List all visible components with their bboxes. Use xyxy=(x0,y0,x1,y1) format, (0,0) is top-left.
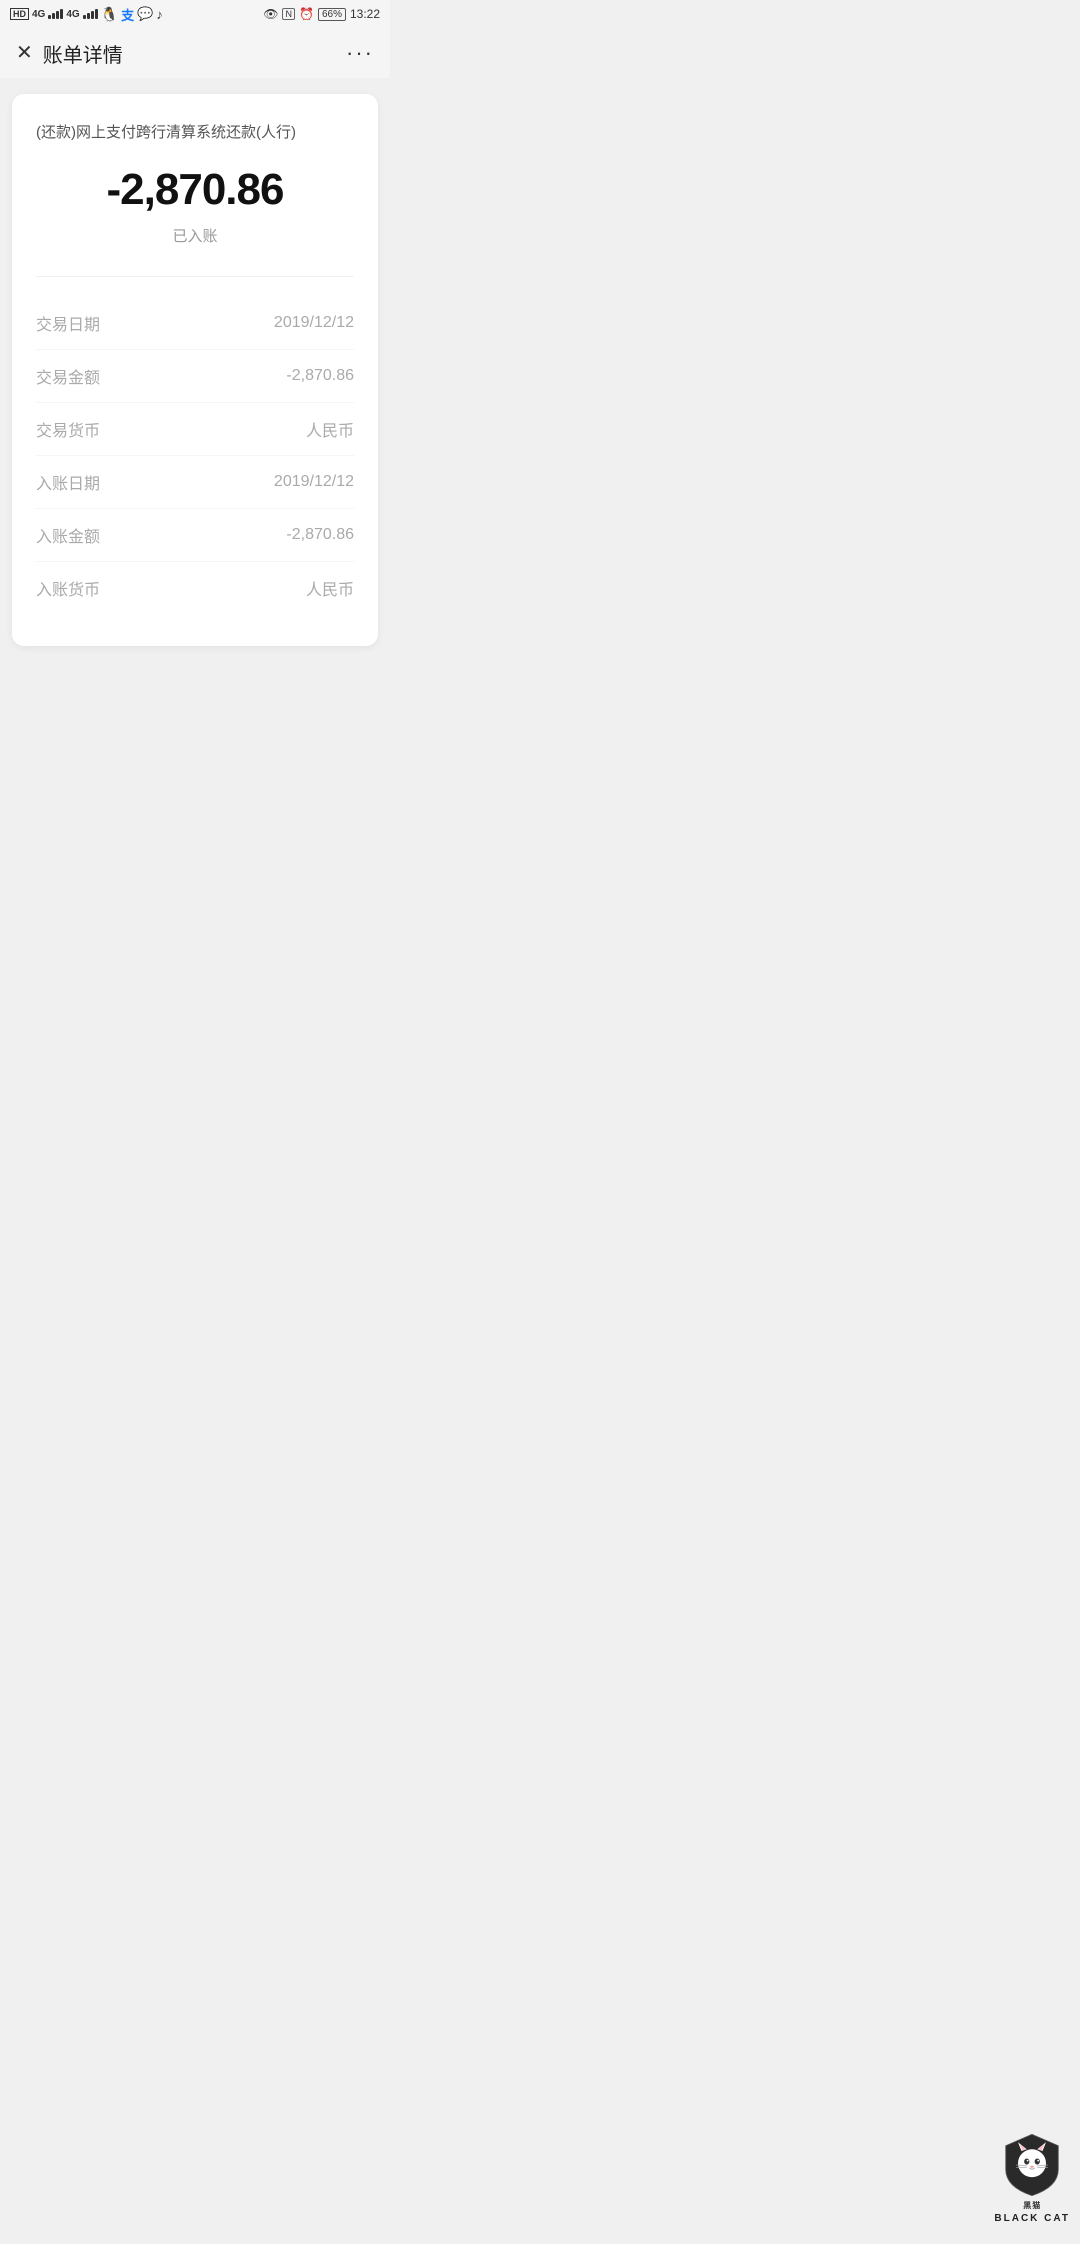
signal-bars xyxy=(48,9,63,19)
page-title: 账单详情 xyxy=(43,39,123,68)
detail-label: 交易货币 xyxy=(36,417,100,441)
divider xyxy=(36,276,354,277)
detail-rows: 交易日期2019/12/12交易金额-2,870.86交易货币人民币入账日期20… xyxy=(36,297,354,614)
transaction-status: 已入账 xyxy=(36,225,354,246)
detail-row: 入账金额 -2,870.86 xyxy=(36,509,354,562)
transaction-amount: -2,870.86 xyxy=(36,165,354,215)
status-bar: HD 4G 4G 🐧 支 💬 ♪ 👁 N ⏰ 66% 13:22 xyxy=(0,0,390,28)
black-cat-watermark: 黑猫 BLACK CAT xyxy=(994,2130,1070,2224)
detail-value: 2019/12/12 xyxy=(274,473,354,491)
status-left: HD 4G 4G 🐧 支 💬 ♪ xyxy=(10,5,163,24)
network-4g: 4G xyxy=(32,9,45,20)
signal-bars-2 xyxy=(83,9,98,19)
detail-value: 2019/12/12 xyxy=(274,314,354,332)
app-icon-tiktok: ♪ xyxy=(156,7,163,22)
transaction-card: (还款)网上支付跨行清算系统还款(人行) -2,870.86 已入账 交易日期 2… xyxy=(12,94,378,646)
detail-row: 交易金额 -2,870.86 xyxy=(36,350,354,403)
eye-icon: 👁 xyxy=(263,7,278,21)
app-icon-qq: 🐧 xyxy=(101,6,118,23)
detail-value: -2,870.86 xyxy=(286,526,354,544)
more-button[interactable]: ··· xyxy=(346,40,374,66)
status-right: 👁 N ⏰ 66% 13:22 xyxy=(263,7,380,21)
detail-label: 交易金额 xyxy=(36,364,100,388)
detail-label: 入账货币 xyxy=(36,576,100,600)
app-icon-wechat: 💬 xyxy=(137,6,153,22)
close-button[interactable]: ✕ xyxy=(16,43,33,63)
app-icon-alipay: 支 xyxy=(121,5,134,24)
nav-left: ✕ 账单详情 xyxy=(16,39,123,68)
alarm-icon: ⏰ xyxy=(299,7,314,21)
detail-label: 入账金额 xyxy=(36,523,100,547)
network-4g-2: 4G xyxy=(66,9,79,20)
detail-row: 交易日期 2019/12/12 xyxy=(36,297,354,350)
battery-icon: 66% xyxy=(318,8,346,21)
transaction-title: (还款)网上支付跨行清算系统还款(人行) xyxy=(36,122,354,145)
black-cat-text: BLACK CAT xyxy=(994,2213,1070,2224)
top-navigation: ✕ 账单详情 ··· xyxy=(0,28,390,78)
detail-label: 入账日期 xyxy=(36,470,100,494)
detail-value: -2,870.86 xyxy=(286,367,354,385)
detail-row: 入账货币 人民币 xyxy=(36,562,354,614)
detail-value: 人民币 xyxy=(306,417,354,441)
detail-label: 交易日期 xyxy=(36,311,100,335)
time-display: 13:22 xyxy=(350,7,380,21)
detail-value: 人民币 xyxy=(306,576,354,600)
detail-row: 入账日期 2019/12/12 xyxy=(36,456,354,509)
detail-row: 交易货币 人民币 xyxy=(36,403,354,456)
hd1-label: HD xyxy=(10,8,29,20)
black-cat-logo xyxy=(997,2130,1067,2200)
nfc-icon: N xyxy=(282,8,295,20)
